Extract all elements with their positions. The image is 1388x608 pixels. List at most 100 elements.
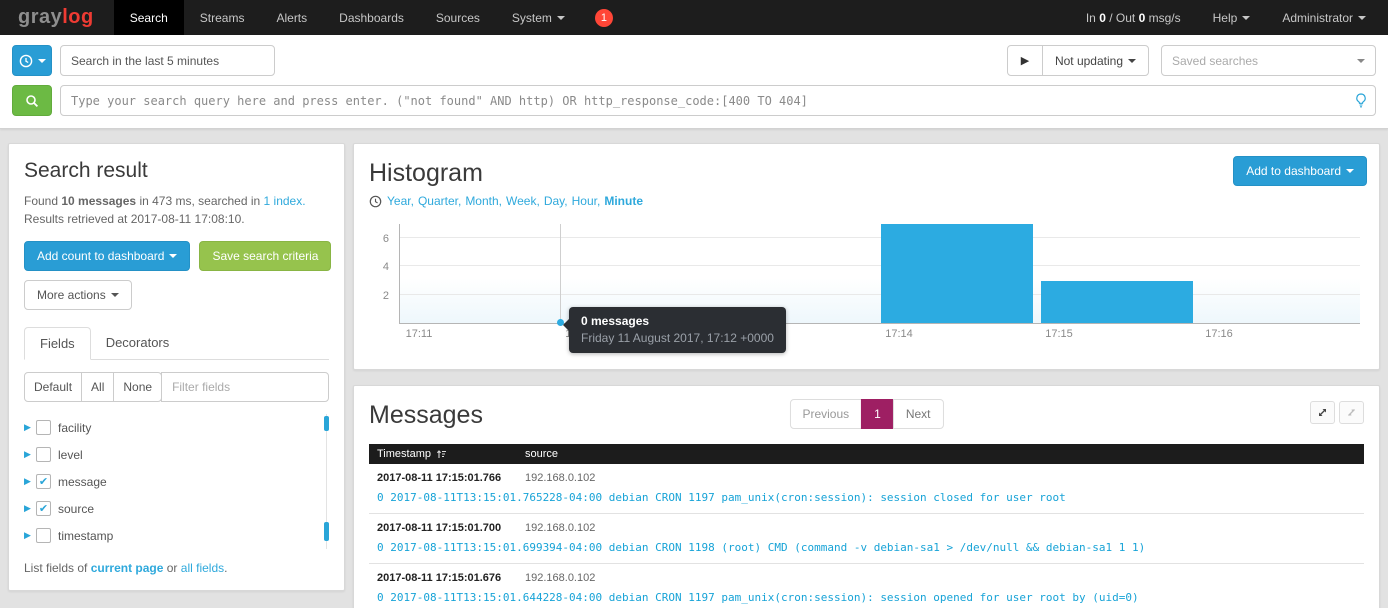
plot-area[interactable]: 0 messages Friday 11 August 2017, 17:12 … bbox=[399, 224, 1360, 324]
resolution-minute[interactable]: Minute bbox=[604, 194, 643, 208]
tab-decorators[interactable]: Decorators bbox=[91, 327, 185, 360]
scrollbar-thumb[interactable] bbox=[324, 416, 329, 431]
pagination-next[interactable]: Next bbox=[893, 399, 944, 429]
user-label: Administrator bbox=[1282, 11, 1353, 25]
current-page-link[interactable]: current page bbox=[91, 561, 164, 575]
user-menu[interactable]: Administrator bbox=[1266, 11, 1388, 25]
nav-item-alerts[interactable]: Alerts bbox=[260, 0, 323, 35]
message-table-controls bbox=[1310, 401, 1364, 424]
messages-panel: Messages Previous 1 Next Timestamp bbox=[353, 385, 1380, 608]
message-text[interactable]: 0 2017-08-11T13:15:01.765228-04:00 debia… bbox=[369, 487, 1364, 513]
search-submit-button[interactable] bbox=[12, 85, 52, 116]
field-preset-buttons: Default All None bbox=[24, 372, 162, 402]
search-bar-panel: ▶ Not updating Saved searches bbox=[0, 35, 1388, 129]
throughput-unit: msg/s bbox=[1149, 11, 1181, 25]
more-actions-button[interactable]: More actions bbox=[24, 280, 132, 310]
refresh-interval-button[interactable]: Not updating bbox=[1042, 45, 1149, 76]
histogram-bar[interactable] bbox=[881, 224, 1033, 323]
resolution-week[interactable]: Week bbox=[506, 194, 540, 208]
all-fields-link[interactable]: all fields bbox=[181, 561, 224, 575]
resolution-month[interactable]: Month bbox=[465, 194, 502, 208]
footer-suffix: . bbox=[224, 561, 227, 575]
timerange-dropdown-button[interactable] bbox=[12, 45, 52, 76]
add-to-dashboard-button[interactable]: Add to dashboard bbox=[1233, 156, 1367, 186]
tab-fields[interactable]: Fields bbox=[24, 327, 91, 360]
nav-item-sources[interactable]: Sources bbox=[420, 0, 496, 35]
pagination-page-1[interactable]: 1 bbox=[861, 399, 894, 429]
index-link[interactable]: 1 index. bbox=[264, 194, 306, 208]
y-tick-label: 6 bbox=[383, 233, 389, 245]
chevron-down-icon bbox=[557, 16, 565, 20]
field-row-source: source bbox=[24, 495, 329, 522]
play-icon: ▶ bbox=[1021, 54, 1029, 67]
pagination-previous[interactable]: Previous bbox=[789, 399, 862, 429]
chevron-down-icon bbox=[1128, 59, 1136, 63]
footer-prefix: List fields of bbox=[24, 561, 87, 575]
filter-fields-input[interactable] bbox=[161, 372, 329, 402]
chevron-down-icon bbox=[1357, 59, 1365, 63]
lightbulb-icon[interactable] bbox=[1355, 93, 1367, 108]
chevron-down-icon bbox=[169, 254, 177, 258]
fields-none-button[interactable]: None bbox=[113, 372, 162, 402]
field-checkbox-source[interactable] bbox=[36, 501, 51, 516]
play-button[interactable]: ▶ bbox=[1007, 45, 1043, 76]
chevron-right-icon[interactable] bbox=[24, 503, 36, 514]
fields-all-button[interactable]: All bbox=[81, 372, 114, 402]
chevron-right-icon[interactable] bbox=[24, 422, 36, 433]
fields-footer: List fields of current page or all field… bbox=[24, 561, 329, 575]
graylog-logo[interactable]: graylog bbox=[0, 0, 114, 35]
found-prefix: Found bbox=[24, 194, 58, 208]
nav-item-streams[interactable]: Streams bbox=[184, 0, 261, 35]
field-row-timestamp: timestamp bbox=[24, 522, 329, 549]
message-timestamp: 2017-08-11 17:15:01.676 bbox=[369, 572, 517, 584]
field-checkbox-facility[interactable] bbox=[36, 420, 51, 435]
histogram-bar[interactable] bbox=[1041, 281, 1193, 323]
message-row[interactable]: 2017-08-11 17:15:01.766 192.168.0.102 0 … bbox=[369, 464, 1364, 514]
nav-item-search[interactable]: Search bbox=[114, 0, 184, 35]
histogram-chart: 246 0 messages Friday 11 August 2017, 17… bbox=[369, 224, 1364, 354]
save-search-criteria-button[interactable]: Save search criteria bbox=[199, 241, 331, 271]
search-result-summary: Found 10 messages in 473 ms, searched in… bbox=[24, 192, 329, 210]
fields-default-button[interactable]: Default bbox=[24, 372, 82, 402]
expand-all-button[interactable] bbox=[1310, 401, 1335, 424]
resolution-hour[interactable]: Hour bbox=[572, 194, 601, 208]
y-tick-label: 4 bbox=[383, 261, 389, 273]
resolution-selector: Year Quarter Month Week Day Hour Minute bbox=[369, 194, 1364, 208]
message-row[interactable]: 2017-08-11 17:15:01.700 192.168.0.102 0 … bbox=[369, 514, 1364, 564]
resolution-day[interactable]: Day bbox=[544, 194, 568, 208]
timerange-input[interactable] bbox=[60, 45, 275, 76]
message-text[interactable]: 0 2017-08-11T13:15:01.644228-04:00 debia… bbox=[369, 587, 1364, 608]
notification-badge[interactable]: 1 bbox=[595, 9, 613, 27]
chevron-down-icon bbox=[38, 59, 46, 63]
resolution-year[interactable]: Year bbox=[387, 194, 414, 208]
scrollbar-thumb[interactable] bbox=[324, 522, 329, 541]
chevron-down-icon bbox=[1358, 16, 1366, 20]
nav-item-dashboards[interactable]: Dashboards bbox=[323, 0, 420, 35]
chevron-right-icon[interactable] bbox=[24, 530, 36, 541]
chevron-right-icon[interactable] bbox=[24, 449, 36, 460]
tooltip-value: 0 messages bbox=[581, 314, 774, 328]
help-menu[interactable]: Help bbox=[1197, 11, 1267, 25]
saved-searches-select[interactable]: Saved searches bbox=[1161, 45, 1376, 76]
field-row-level: level bbox=[24, 441, 329, 468]
help-label: Help bbox=[1213, 11, 1238, 25]
chevron-down-icon bbox=[1346, 169, 1354, 173]
collapse-all-button[interactable] bbox=[1339, 401, 1364, 424]
resolution-quarter[interactable]: Quarter bbox=[418, 194, 461, 208]
field-checkbox-message[interactable] bbox=[36, 474, 51, 489]
message-text[interactable]: 0 2017-08-11T13:15:01.699394-04:00 debia… bbox=[369, 537, 1364, 563]
nav-item-system[interactable]: System bbox=[496, 0, 581, 35]
timestamp-column-header[interactable]: Timestamp bbox=[369, 448, 517, 460]
source-column-header[interactable]: source bbox=[517, 448, 566, 460]
add-count-to-dashboard-button[interactable]: Add count to dashboard bbox=[24, 241, 190, 271]
throughput-out-value: 0 bbox=[1139, 11, 1146, 25]
results-retrieved: Results retrieved at 2017-08-11 17:08:10… bbox=[24, 210, 329, 228]
histogram-title: Histogram bbox=[369, 159, 1364, 188]
fields-list: facility level message source timestamp bbox=[24, 414, 329, 549]
message-row[interactable]: 2017-08-11 17:15:01.676 192.168.0.102 0 … bbox=[369, 564, 1364, 608]
pagination: Previous 1 Next bbox=[789, 399, 943, 429]
chevron-right-icon[interactable] bbox=[24, 476, 36, 487]
field-checkbox-timestamp[interactable] bbox=[36, 528, 51, 543]
search-query-input[interactable] bbox=[60, 85, 1376, 116]
field-checkbox-level[interactable] bbox=[36, 447, 51, 462]
